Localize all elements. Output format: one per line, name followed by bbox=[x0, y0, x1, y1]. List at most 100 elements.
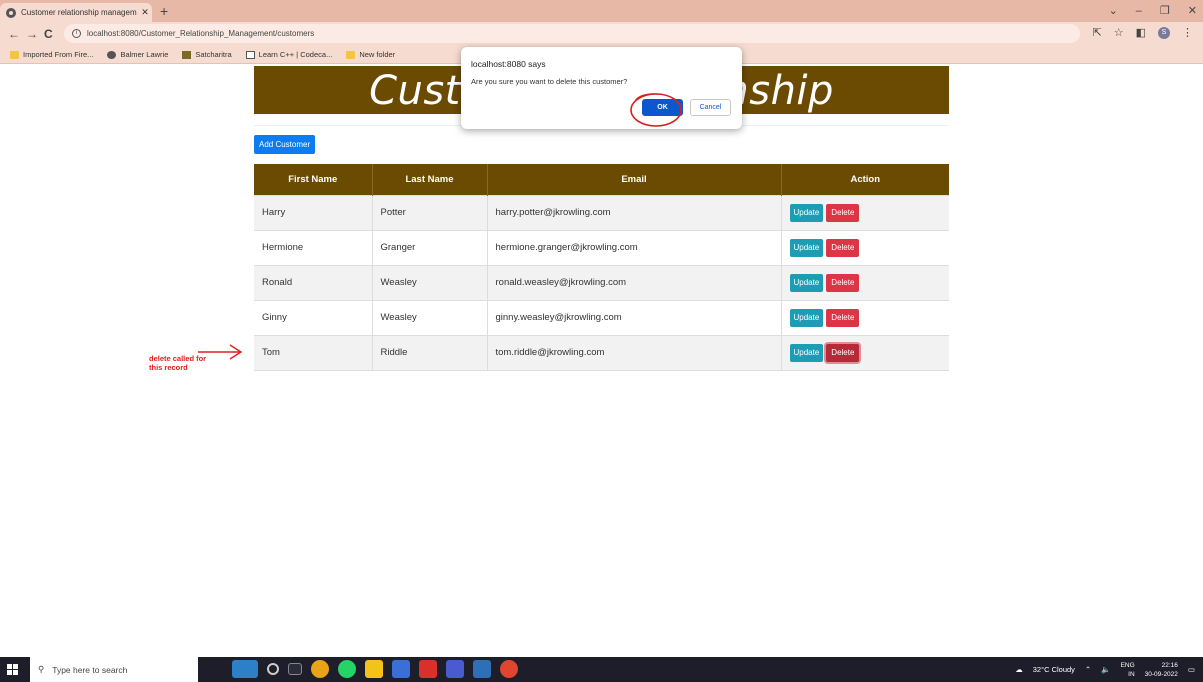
delete-button[interactable]: Delete bbox=[826, 203, 860, 222]
delete-button-active[interactable]: Delete bbox=[826, 343, 860, 362]
chrome-icon[interactable] bbox=[311, 660, 329, 678]
add-customer-button[interactable]: Add Customer bbox=[254, 135, 316, 154]
share-icon[interactable]: ⇱ bbox=[1093, 26, 1102, 39]
column-header-first-name: First Name bbox=[254, 164, 372, 195]
acrobat-icon[interactable] bbox=[419, 660, 437, 678]
close-window-button[interactable]: ✕ bbox=[1188, 2, 1197, 20]
last-name-cell: Granger bbox=[371, 229, 487, 265]
widgets-icon[interactable] bbox=[232, 660, 258, 678]
clock[interactable]: 22:16 30-09-2022 bbox=[1145, 661, 1178, 679]
globe-icon bbox=[6, 7, 16, 18]
update-button[interactable]: Update bbox=[789, 273, 824, 292]
annotation-line-2: this record bbox=[149, 363, 188, 372]
highlight-circle-icon bbox=[630, 93, 682, 127]
email-cell: hermione.granger@jkrowling.com bbox=[486, 229, 781, 265]
customers-table: First Name Last Name Email Action Harry … bbox=[254, 164, 949, 371]
bookmark-item[interactable]: Learn C++ | Codeca... bbox=[245, 50, 332, 59]
update-button[interactable]: Update bbox=[789, 238, 824, 257]
close-tab-icon[interactable]: ✕ bbox=[138, 7, 152, 18]
tab-search-icon[interactable]: ⌄ bbox=[1109, 2, 1118, 20]
tab-title: Customer relationship managem bbox=[21, 8, 137, 17]
search-placeholder: Type here to search bbox=[52, 664, 128, 675]
sticky-notes-icon[interactable] bbox=[365, 660, 383, 678]
last-name-cell: Weasley bbox=[371, 299, 487, 335]
windows-start-icon[interactable] bbox=[7, 664, 18, 675]
annotation-arrow-icon bbox=[198, 344, 243, 360]
table-row: Ginny Weasley ginny.weasley@jkrowling.co… bbox=[254, 299, 949, 335]
first-name-cell: Hermione bbox=[254, 229, 372, 265]
taskbar-apps bbox=[232, 660, 518, 678]
first-name-cell: Ginny bbox=[254, 299, 372, 335]
vscode-icon[interactable] bbox=[473, 660, 491, 678]
email-cell: harry.potter@jkrowling.com bbox=[486, 194, 781, 230]
dialog-cancel-button[interactable]: Cancel bbox=[690, 99, 731, 116]
forward-button[interactable]: → bbox=[26, 26, 38, 42]
action-cell: Update Delete bbox=[780, 264, 949, 300]
dialog-message: Are you sure you want to delete this cus… bbox=[471, 77, 628, 86]
column-header-email: Email bbox=[486, 164, 781, 195]
update-button[interactable]: Update bbox=[789, 343, 824, 362]
action-cell: Update Delete bbox=[780, 229, 949, 265]
notification-icon[interactable]: ▭ bbox=[1188, 665, 1195, 674]
email-cell: tom.riddle@jkrowling.com bbox=[486, 334, 781, 370]
url-bar[interactable]: i localhost:8080/Customer_Relationship_M… bbox=[64, 24, 1080, 43]
clock-time: 22:16 bbox=[1161, 661, 1178, 669]
action-cell: Update Delete bbox=[780, 299, 949, 335]
eclipse-icon[interactable] bbox=[446, 660, 464, 678]
bookmark-star-icon[interactable]: ☆ bbox=[1114, 26, 1124, 39]
chevron-up-icon[interactable]: ⌃ bbox=[1085, 665, 1091, 674]
email-cell: ronald.weasley@jkrowling.com bbox=[486, 264, 781, 300]
table-header-row: First Name Last Name Email Action bbox=[254, 164, 949, 195]
minimize-button[interactable]: – bbox=[1136, 2, 1142, 20]
dialog-title: localhost:8080 says bbox=[471, 59, 546, 69]
action-cell: Update Delete bbox=[780, 334, 949, 370]
window-controls: ⌄ – ❐ ✕ bbox=[1109, 2, 1197, 20]
profile-avatar[interactable]: S bbox=[1158, 26, 1170, 39]
document-icon bbox=[245, 50, 255, 59]
last-name-cell: Potter bbox=[371, 194, 487, 230]
update-button[interactable]: Update bbox=[789, 308, 824, 327]
clock-date: 30-09-2022 bbox=[1144, 670, 1178, 678]
delete-button[interactable]: Delete bbox=[826, 238, 860, 257]
restore-button[interactable]: ❐ bbox=[1160, 2, 1170, 20]
browser-tab[interactable]: Customer relationship managem ✕ bbox=[0, 3, 152, 22]
bookmark-item[interactable]: Balmer Lawrie bbox=[107, 50, 168, 59]
file-explorer-icon[interactable] bbox=[392, 660, 410, 678]
bookmark-item[interactable]: Satcharitra bbox=[182, 50, 232, 59]
menu-icon[interactable]: ⋮ bbox=[1182, 26, 1193, 39]
first-name-cell: Harry bbox=[254, 194, 372, 230]
search-icon: ⚲ bbox=[38, 664, 45, 674]
whatsapp-icon[interactable] bbox=[338, 660, 356, 678]
url-text: localhost:8080/Customer_Relationship_Man… bbox=[87, 29, 315, 38]
folder-icon bbox=[346, 50, 356, 59]
speaker-icon[interactable]: 🔈 bbox=[1101, 665, 1110, 674]
site-info-icon[interactable]: i bbox=[72, 29, 81, 38]
language-indicator[interactable]: ENG IN bbox=[1121, 661, 1135, 679]
first-name-cell: Tom bbox=[254, 334, 372, 370]
taskbar-search[interactable]: ⚲ Type here to search bbox=[30, 657, 198, 682]
reload-button[interactable]: C bbox=[44, 26, 53, 42]
delete-button[interactable]: Delete bbox=[826, 273, 860, 292]
last-name-cell: Riddle bbox=[371, 334, 487, 370]
bookmark-item[interactable]: Imported From Fire... bbox=[10, 50, 93, 59]
picture-icon bbox=[182, 50, 192, 59]
browser-toolbar: ⇱ ☆ ◧ S ⋮ bbox=[1093, 26, 1193, 39]
weather-text[interactable]: 32°C Cloudy bbox=[1033, 665, 1075, 674]
task-view-icon[interactable] bbox=[288, 663, 302, 675]
update-button[interactable]: Update bbox=[789, 203, 824, 222]
confirm-dialog: localhost:8080 says Are you sure you wan… bbox=[461, 47, 742, 129]
new-tab-button[interactable]: + bbox=[160, 3, 168, 19]
cortana-icon[interactable] bbox=[267, 663, 279, 675]
column-header-last-name: Last Name bbox=[371, 164, 487, 195]
delete-button[interactable]: Delete bbox=[826, 308, 860, 327]
column-header-action: Action bbox=[780, 164, 949, 195]
first-name-cell: Ronald bbox=[254, 264, 372, 300]
weather-icon[interactable]: ☁ bbox=[1015, 665, 1023, 674]
tab-strip: Customer relationship managem ✕ + ⌄ – ❐ … bbox=[0, 0, 1203, 22]
back-button[interactable]: ← bbox=[8, 26, 20, 42]
chrome-canary-icon[interactable] bbox=[500, 660, 518, 678]
bookmark-item[interactable]: New folder bbox=[346, 50, 395, 59]
last-name-cell: Weasley bbox=[371, 264, 487, 300]
extensions-icon[interactable]: ◧ bbox=[1136, 26, 1146, 39]
action-cell: Update Delete bbox=[780, 194, 949, 230]
